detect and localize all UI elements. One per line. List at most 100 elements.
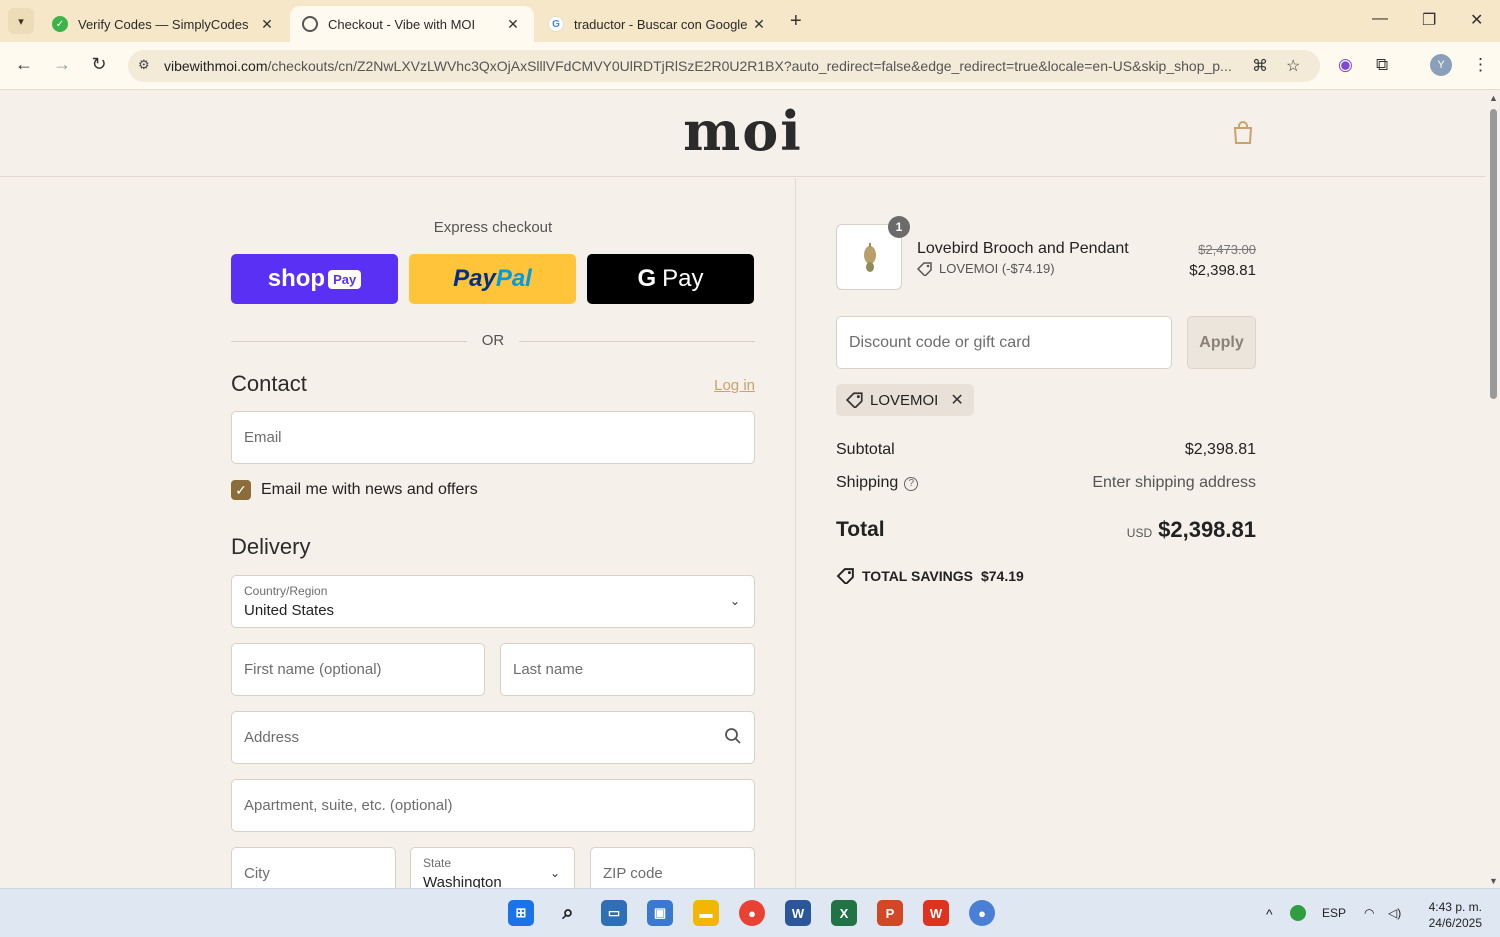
apartment-placeholder: Apartment, suite, etc. (optional) — [244, 797, 453, 814]
task-view-icon[interactable]: ▭ — [601, 900, 627, 926]
windows-taskbar: ⊞ ⌕ ▭ ▣ ▬ ● W X P W ● ^ ESP ◠ ◁) 4:43 p.… — [0, 888, 1500, 937]
help-icon[interactable]: ? — [904, 477, 919, 491]
shipping-value: Enter shipping address — [1092, 474, 1256, 491]
apartment-field[interactable]: Apartment, suite, etc. (optional) — [231, 779, 755, 832]
first-name-placeholder: First name (optional) — [244, 661, 382, 678]
clock-time: 4:43 p. m. — [1428, 900, 1482, 914]
column-divider — [795, 178, 796, 888]
shop-pay-label: shop — [267, 265, 326, 292]
subtotal-label: Subtotal — [836, 441, 895, 458]
scrollbar-thumb[interactable] — [1490, 109, 1497, 399]
puzzle-icon[interactable]: ⧉ — [1376, 55, 1388, 75]
file-explorer-icon[interactable]: ▬ — [693, 900, 719, 926]
page-scrollbar[interactable]: ▲ ▼ — [1486, 91, 1500, 888]
new-tab-button[interactable]: + — [790, 10, 802, 33]
total-label: Total — [836, 518, 885, 541]
currency-code: USD — [1126, 526, 1153, 540]
city-placeholder: City — [244, 865, 270, 882]
login-link[interactable]: Log in — [700, 377, 755, 394]
star-icon[interactable]: ☆ — [1286, 56, 1300, 76]
store-icon[interactable]: ▣ — [647, 900, 673, 926]
newsletter-checkbox[interactable]: ✓ — [231, 480, 251, 500]
zip-placeholder: ZIP code — [603, 865, 663, 882]
url-path: /checkouts/cn/Z2NwLXVzLWVhc3QxOjAxSlllVF… — [267, 58, 1232, 74]
total-value: $2,398.81 — [1158, 517, 1256, 542]
shipping-row: Shipping? — [836, 474, 919, 492]
windows-start-icon[interactable]: ⊞ — [508, 900, 534, 926]
tag-icon — [846, 392, 863, 408]
last-name-field[interactable]: Last name — [500, 643, 755, 696]
product-thumbnail: 1 — [836, 216, 910, 290]
address-field[interactable]: Address — [231, 711, 755, 764]
shopping-bag-icon[interactable] — [1232, 121, 1254, 145]
tab-search-button[interactable]: ▾ — [8, 8, 34, 34]
state-value: Washington — [423, 874, 502, 888]
country-value: United States — [244, 602, 335, 619]
tab-title: traductor - Buscar con Google — [574, 16, 748, 32]
minimize-icon[interactable]: — — [1372, 10, 1388, 28]
email-field[interactable]: Email — [231, 411, 755, 464]
restore-icon[interactable]: ❐ — [1422, 10, 1436, 30]
wps-icon[interactable]: W — [923, 900, 949, 926]
google-pay-button[interactable]: G Pay — [587, 254, 754, 304]
moi-logo[interactable]: moi — [0, 99, 1486, 163]
close-icon[interactable]: ✕ — [750, 16, 768, 33]
tray-app-icon[interactable] — [1290, 905, 1306, 921]
shop-pay-button[interactable]: shop Pay — [231, 254, 398, 304]
tab-title: Checkout - Vibe with MOI — [328, 16, 476, 32]
city-field[interactable]: City — [231, 847, 396, 888]
google-g-icon: G — [637, 265, 657, 292]
translate-icon[interactable]: ⌘ — [1252, 56, 1268, 76]
browser-tabstrip: ▾ ✓ Verify Codes — SimplyCodes ✕ Checkou… — [0, 0, 1500, 42]
reload-icon[interactable]: ↻ — [87, 54, 111, 75]
shipping-label: Shipping — [836, 474, 899, 491]
extension-simplycodes-icon[interactable]: ◉ — [1338, 55, 1353, 75]
apply-button[interactable]: Apply — [1187, 316, 1256, 369]
tab-checkout[interactable]: Checkout - Vibe with MOI ✕ — [290, 6, 534, 42]
quantity-badge: 1 — [888, 216, 910, 238]
word-icon[interactable]: W — [785, 900, 811, 926]
close-icon[interactable]: ✕ — [504, 16, 522, 33]
close-icon[interactable]: ✕ — [258, 16, 276, 33]
profile-avatar[interactable]: Y — [1430, 54, 1452, 76]
chevron-down-icon: ⌄ — [729, 594, 740, 608]
url-text: vibewithmoi.com/checkouts/cn/Z2NwLXVzLWV… — [164, 58, 1234, 74]
total-savings: TOTAL SAVINGS $74.19 — [836, 568, 1024, 584]
product-discount-text: LOVEMOI (-$74.19) — [939, 261, 1055, 276]
globe-icon — [302, 16, 318, 32]
forward-icon[interactable]: → — [50, 54, 74, 75]
remove-code-icon[interactable]: ✕ — [950, 390, 963, 410]
site-header: moi — [0, 91, 1486, 177]
email-placeholder: Email — [244, 429, 282, 446]
paypal-button[interactable]: Pay Pal — [409, 254, 576, 304]
excel-icon[interactable]: X — [831, 900, 857, 926]
newsletter-label: Email me with news and offers — [261, 481, 478, 498]
discount-placeholder: Discount code or gift card — [849, 334, 1031, 351]
zip-field[interactable]: ZIP code — [590, 847, 755, 888]
or-rule-right — [519, 341, 755, 342]
wifi-icon[interactable]: ◠ — [1364, 906, 1374, 920]
chrome-icon[interactable]: ● — [739, 900, 765, 926]
volume-icon[interactable]: ◁) — [1388, 906, 1401, 920]
country-select[interactable]: Country/Region United States ⌄ — [231, 575, 755, 628]
first-name-field[interactable]: First name (optional) — [231, 643, 485, 696]
language-indicator[interactable]: ESP — [1322, 906, 1346, 920]
system-clock[interactable]: 4:43 p. m. 24/6/2025 — [1420, 899, 1482, 931]
tab-google[interactable]: G traductor - Buscar con Google ✕ — [536, 6, 780, 42]
tab-simplycodes[interactable]: ✓ Verify Codes — SimplyCodes ✕ — [40, 6, 288, 42]
search-icon[interactable]: ⌕ — [555, 900, 581, 926]
scroll-down-icon[interactable]: ▼ — [1489, 876, 1498, 886]
more-menu-icon[interactable]: ⋮ — [1472, 55, 1489, 75]
tray-chevron-icon[interactable]: ^ — [1266, 906, 1273, 922]
state-select[interactable]: State Washington ⌄ — [410, 847, 575, 888]
scroll-up-icon[interactable]: ▲ — [1489, 93, 1498, 103]
chrome-profile-icon[interactable]: ● — [969, 900, 995, 926]
address-bar[interactable]: ⚙ vibewithmoi.com/checkouts/cn/Z2NwLXVzL… — [128, 50, 1320, 82]
site-info-icon[interactable]: ⚙ — [138, 57, 150, 73]
powerpoint-icon[interactable]: P — [877, 900, 903, 926]
or-divider: OR — [231, 332, 755, 352]
close-window-icon[interactable]: ✕ — [1470, 10, 1483, 30]
discount-code-field[interactable]: Discount code or gift card — [836, 316, 1172, 369]
back-icon[interactable]: ← — [12, 54, 36, 75]
last-name-placeholder: Last name — [513, 661, 584, 678]
